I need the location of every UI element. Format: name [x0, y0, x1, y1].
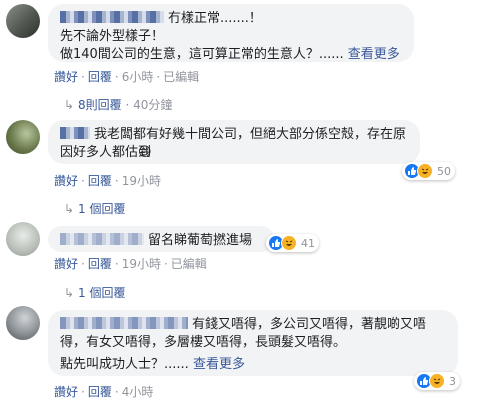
haha-emoji: 😄	[138, 145, 152, 160]
reactions-summary[interactable]: 50	[402, 162, 455, 180]
reactions-count: 50	[437, 164, 451, 178]
comment-text-line: 有錢又唔得，多公司又唔得，著靚啲又唔	[192, 317, 427, 332]
reactions-summary[interactable]: 3	[414, 372, 460, 390]
replies-count[interactable]: 8則回覆	[78, 98, 122, 112]
avatar[interactable]	[6, 4, 40, 38]
reply-link[interactable]: 回覆	[88, 257, 112, 271]
comment-actions: 讚好 · 回覆 · 4小時	[54, 385, 154, 399]
commenter-name[interactable]	[60, 127, 90, 139]
avatar[interactable]	[6, 306, 40, 340]
reply-link[interactable]: 回覆	[88, 174, 112, 188]
see-more-link[interactable]: 查看更多	[193, 357, 245, 372]
comment-bubble: 我老闆都有好幾十間公司，但絕大部分係空殼，存在原因好多人都估到	[48, 120, 420, 164]
view-replies-link[interactable]: ↳ 1 個回覆	[64, 200, 125, 217]
replies-time: 40分鐘	[133, 98, 173, 112]
comment-actions: 讚好 · 回覆 · 19小時 · 已編輯	[54, 257, 207, 271]
view-replies-link[interactable]: ↳ 8則回覆 · 40分鐘	[64, 96, 172, 113]
like-link[interactable]: 讚好	[54, 174, 78, 188]
reactions-count: 3	[449, 374, 456, 388]
commenter-name[interactable]	[60, 233, 144, 245]
timestamp[interactable]: 4小時	[122, 385, 154, 399]
haha-reaction-icon	[417, 163, 433, 179]
see-more-link[interactable]: 查看更多	[348, 47, 400, 62]
haha-reaction-icon	[281, 235, 297, 251]
commenter-name[interactable]	[60, 11, 164, 23]
comment-bubble: 有錢又唔得，多公司又唔得，著靚啲又唔 得，有女又唔得，多層樓又唔得，長頭髮又唔得…	[48, 310, 458, 376]
edited-label[interactable]: 已編輯	[163, 70, 199, 84]
timestamp[interactable]: 19小時	[122, 257, 161, 271]
view-replies-link[interactable]: ↳ 1 個回覆	[64, 284, 125, 301]
reply-link[interactable]: 回覆	[88, 385, 112, 399]
haha-reaction-icon	[429, 373, 445, 389]
avatar[interactable]	[6, 222, 40, 256]
comment-text-line: 做140間公司的生意，這可算正常的生意人？......	[60, 47, 344, 62]
comment-actions: 讚好 · 回覆 · 19小時	[54, 174, 161, 188]
comment-actions: 讚好 · 回覆 · 6小時 · 已編輯	[54, 70, 200, 84]
reply-arrow-icon: ↳	[64, 98, 75, 112]
comment-text-line: 得，有女又唔得，多層樓又唔得，長頭髮又唔得。	[60, 335, 347, 350]
comment-bubble: 留名睇葡萄撚進場	[48, 226, 274, 252]
like-link[interactable]: 讚好	[54, 385, 78, 399]
reactions-summary[interactable]: 41	[266, 234, 319, 252]
comment-text: 冇樣正常.......！	[168, 11, 262, 26]
comment-text: 我老闆都有好幾十間公司，但絕大部分係空殼，存在原因好多人都估到	[60, 127, 407, 160]
like-link[interactable]: 讚好	[54, 257, 78, 271]
edited-label[interactable]: 已編輯	[171, 257, 207, 271]
comment-text-line: 點先叫成功人士？......	[60, 357, 189, 372]
reply-link[interactable]: 回覆	[88, 70, 112, 84]
reply-arrow-icon: ↳	[64, 202, 75, 216]
timestamp[interactable]: 6小時	[122, 70, 154, 84]
replies-count[interactable]: 1 個回覆	[78, 202, 125, 216]
comment-text: 留名睇葡萄撚進場	[148, 233, 253, 248]
comment-text-line: 先不論外型樣子！	[60, 29, 165, 44]
commenter-name[interactable]	[60, 317, 188, 329]
avatar[interactable]	[6, 120, 40, 154]
like-link[interactable]: 讚好	[54, 70, 78, 84]
reactions-count: 41	[301, 236, 315, 250]
timestamp[interactable]: 19小時	[122, 174, 161, 188]
comment-bubble: 冇樣正常.......！ 先不論外型樣子！ 做140間公司的生意，這可算正常的生…	[48, 4, 414, 62]
reply-arrow-icon: ↳	[64, 286, 75, 300]
replies-count[interactable]: 1 個回覆	[78, 286, 125, 300]
